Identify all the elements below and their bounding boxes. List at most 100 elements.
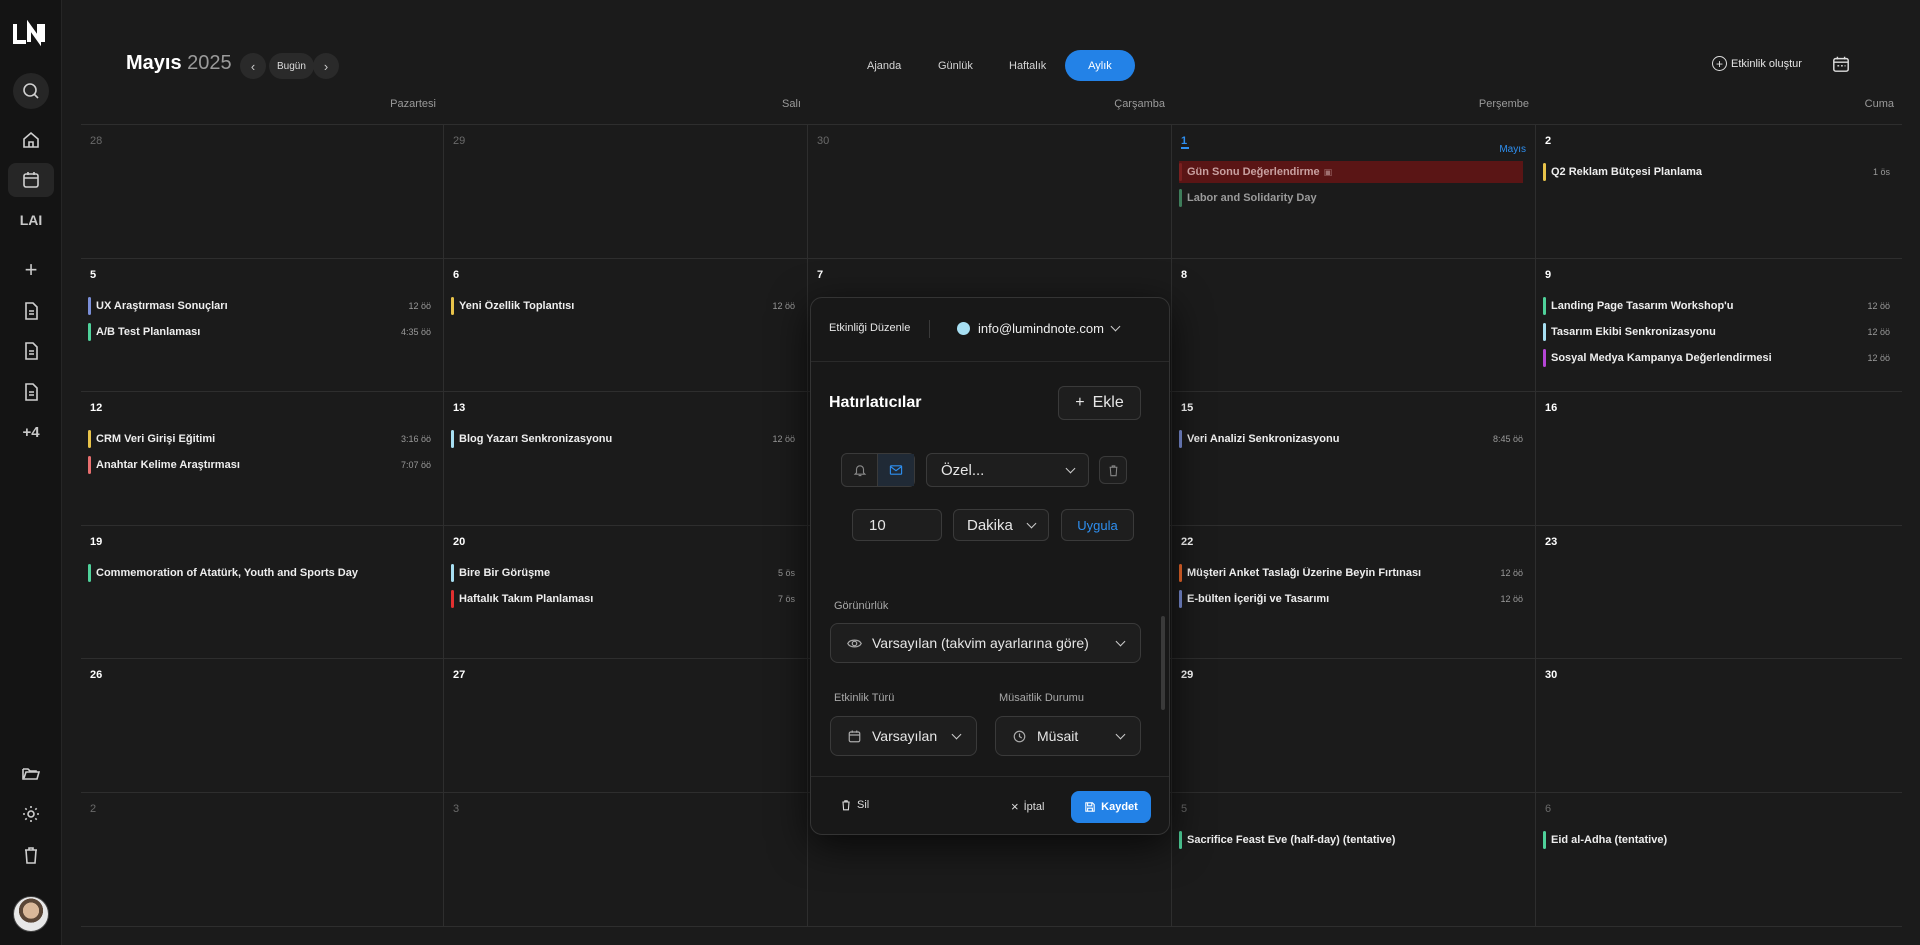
event-item[interactable]: Tasarım Ekibi Senkronizasyonu 12 öö bbox=[1543, 321, 1890, 343]
day-cell[interactable]: 22 Müşteri Anket Taslağı Üzerine Beyin Fı… bbox=[1172, 525, 1536, 660]
today-button[interactable]: Bugün bbox=[269, 53, 314, 79]
ai-icon[interactable]: LAI bbox=[8, 203, 54, 237]
visibility-label: Görünürlük bbox=[834, 600, 889, 612]
search-icon[interactable] bbox=[13, 73, 49, 109]
reminder-amount-input[interactable]: 10 bbox=[852, 509, 942, 541]
day-cell[interactable]: 2 Q2 Reklam Bütçesi Planlama 1 ös bbox=[1536, 125, 1902, 259]
visibility-select[interactable]: Varsayılan (takvim ayarlarına göre) bbox=[830, 623, 1141, 663]
event-item[interactable]: A/B Test Planlaması 4:35 öö bbox=[88, 321, 431, 343]
event-item[interactable]: Blog Yazarı Senkronizasyonu 12 öö bbox=[451, 428, 795, 450]
event-item[interactable]: Veri Analizi Senkronizasyonu 8:45 öö bbox=[1179, 428, 1523, 450]
day-cell[interactable]: 1 Mayıs Gün Sonu Değerlendirme ▣ Labor and … bbox=[1172, 125, 1536, 259]
day-cell[interactable]: 30 bbox=[808, 125, 1172, 259]
event-time: 7 ös bbox=[777, 593, 795, 604]
dialog-scrollbar[interactable] bbox=[1160, 364, 1166, 774]
calendar-nav-icon[interactable] bbox=[8, 163, 54, 197]
account-selector[interactable]: info@lumindnote.com bbox=[957, 321, 1121, 336]
event-color-bar bbox=[88, 456, 91, 475]
event-item[interactable]: CRM Veri Girişi Eğitimi 3:16 öö bbox=[88, 428, 431, 450]
day-cell[interactable]: 3 bbox=[444, 793, 808, 927]
day-cell[interactable]: 27 bbox=[444, 659, 808, 793]
day-number: 19 bbox=[90, 535, 103, 548]
chevron-down-icon bbox=[1115, 636, 1126, 646]
day-cell[interactable]: 5 Sacrifice Feast Eve (half-day) (tentati… bbox=[1172, 793, 1536, 927]
event-item[interactable]: Commemoration of Atatürk, Youth and Spor… bbox=[88, 562, 431, 584]
tab-daily[interactable]: Günlük bbox=[924, 50, 987, 81]
reminder-preset-select[interactable]: Özel... bbox=[926, 453, 1089, 487]
avatar[interactable] bbox=[13, 896, 49, 932]
event-item[interactable]: Sacrifice Feast Eve (half-day) (tentativ… bbox=[1179, 829, 1523, 851]
event-item[interactable]: Landing Page Tasarım Workshop'u 12 öö bbox=[1543, 295, 1890, 317]
reminder-unit-select[interactable]: Dakika bbox=[953, 509, 1049, 541]
mail-icon[interactable] bbox=[878, 454, 914, 486]
event-item[interactable]: Haftalık Takım Planlaması 7 ös bbox=[451, 588, 795, 610]
calendar-icon[interactable] bbox=[1832, 55, 1850, 73]
day-cell[interactable]: 28 bbox=[81, 125, 444, 259]
day-cell[interactable]: 20 Bire Bir Görüşme 5 ös Haftalık Takım Pla… bbox=[444, 525, 808, 660]
day-cell[interactable]: 26 bbox=[81, 659, 444, 793]
delete-reminder-button[interactable] bbox=[1099, 456, 1127, 484]
day-cell[interactable]: 29 bbox=[444, 125, 808, 259]
event-item[interactable]: Eid al-Adha (tentative) bbox=[1543, 829, 1890, 851]
day-cell[interactable]: 8 bbox=[1172, 258, 1536, 393]
trash-icon[interactable] bbox=[8, 838, 54, 872]
event-item[interactable]: Yeni Özellik Toplantısı 12 öö bbox=[451, 295, 795, 317]
day-cell[interactable]: 2 bbox=[81, 793, 444, 927]
event-item[interactable]: Anahtar Kelime Araştırması 7:07 öö bbox=[88, 454, 431, 476]
apply-button[interactable]: Uygula bbox=[1061, 509, 1134, 541]
event-time: 12 öö bbox=[772, 300, 795, 311]
app-logo[interactable] bbox=[12, 20, 50, 48]
delete-button[interactable]: Sil bbox=[840, 799, 869, 811]
day-cell[interactable]: 15 Veri Analizi Senkronizasyonu 8:45 öö bbox=[1172, 392, 1536, 526]
event-item[interactable]: Labor and Solidarity Day bbox=[1179, 187, 1523, 209]
cancel-button[interactable]: × İptal bbox=[1011, 799, 1044, 814]
availability-select[interactable]: Müsait bbox=[995, 716, 1141, 756]
day-cell[interactable]: 9 Landing Page Tasarım Workshop'u 12 öö Tas… bbox=[1536, 259, 1902, 393]
event-type-select[interactable]: Varsayılan bbox=[830, 716, 977, 756]
add-reminder-button[interactable]: + Ekle bbox=[1058, 386, 1141, 420]
divider bbox=[811, 361, 1169, 362]
month-label: Mayıs bbox=[1499, 144, 1526, 155]
more-items[interactable]: +4 bbox=[8, 415, 54, 449]
event-item[interactable]: Müşteri Anket Taslağı Üzerine Beyin Fırt… bbox=[1179, 562, 1523, 584]
weekday-label: Salı bbox=[782, 98, 801, 110]
save-button[interactable]: Kaydet bbox=[1071, 791, 1151, 823]
event-time: 12 öö bbox=[408, 300, 431, 311]
prev-month-button[interactable]: ‹ bbox=[240, 53, 266, 79]
scrollbar-thumb[interactable] bbox=[1161, 616, 1165, 710]
document-icon[interactable] bbox=[8, 375, 54, 409]
event-item[interactable]: Gün Sonu Değerlendirme ▣ bbox=[1179, 161, 1523, 183]
day-cell[interactable]: 6 Eid al-Adha (tentative) bbox=[1536, 793, 1902, 927]
event-item[interactable]: Q2 Reklam Bütçesi Planlama 1 ös bbox=[1543, 161, 1890, 183]
day-cell[interactable]: 16 bbox=[1536, 392, 1902, 526]
tab-monthly[interactable]: Aylık bbox=[1065, 50, 1135, 81]
event-item[interactable]: Sosyal Medya Kampanya Değerlendirmesi 12 … bbox=[1543, 347, 1890, 369]
next-month-button[interactable]: › bbox=[313, 53, 339, 79]
document-icon[interactable] bbox=[8, 294, 54, 328]
day-cell[interactable]: 19 Commemoration of Atatürk, Youth and Sp… bbox=[81, 525, 444, 660]
tab-weekly[interactable]: Haftalık bbox=[995, 50, 1060, 81]
folder-icon[interactable] bbox=[8, 756, 54, 790]
event-title: A/B Test Planlaması bbox=[96, 325, 201, 338]
day-cell[interactable]: 5 UX Araştırması Sonuçları 12 öö A/B Test P… bbox=[81, 258, 444, 393]
bell-icon[interactable] bbox=[842, 454, 878, 486]
tab-agenda[interactable]: Ajanda bbox=[853, 50, 915, 81]
day-cell[interactable]: 12 CRM Veri Girişi Eğitimi 3:16 öö Anahtar … bbox=[81, 392, 444, 526]
create-event-button[interactable]: + Etkinlik oluştur bbox=[1712, 56, 1802, 71]
day-cell[interactable]: 13 Blog Yazarı Senkronizasyonu 12 öö bbox=[444, 392, 808, 526]
gear-icon[interactable] bbox=[8, 797, 54, 831]
document-icon[interactable] bbox=[8, 334, 54, 368]
home-icon[interactable] bbox=[8, 123, 54, 157]
chevron-down-icon bbox=[1115, 729, 1126, 739]
event-color-bar bbox=[1543, 348, 1546, 367]
event-item[interactable]: E-bülten İçeriği ve Tasarımı 12 öö bbox=[1179, 588, 1523, 610]
event-time: 8:45 öö bbox=[1492, 434, 1523, 445]
day-cell[interactable]: 30 bbox=[1536, 659, 1902, 793]
add-icon[interactable]: + bbox=[8, 253, 54, 287]
event-item[interactable]: Bire Bir Görüşme 5 ös bbox=[451, 562, 795, 584]
day-cell[interactable]: 29 bbox=[1172, 659, 1536, 793]
day-number: 6 bbox=[453, 268, 460, 281]
day-cell[interactable]: 6 Yeni Özellik Toplantısı 12 öö bbox=[444, 258, 808, 393]
event-item[interactable]: UX Araştırması Sonuçları 12 öö bbox=[88, 295, 431, 317]
day-cell[interactable]: 23 bbox=[1536, 526, 1902, 660]
